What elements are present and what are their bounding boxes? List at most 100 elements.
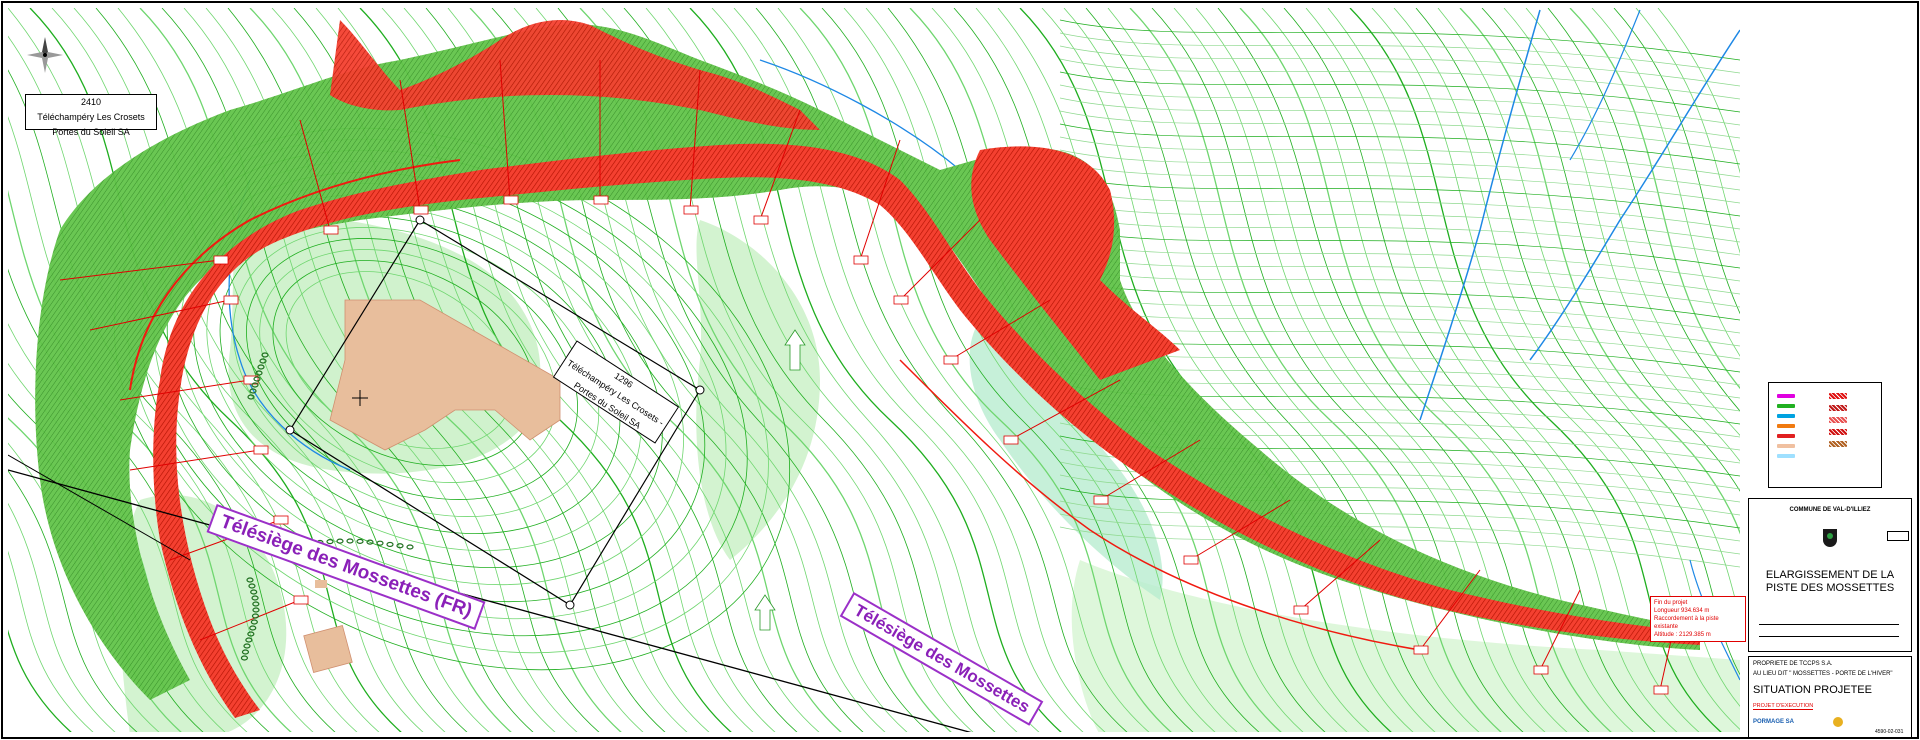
- legend-item: [1829, 405, 1847, 411]
- signature-line: [1759, 636, 1899, 637]
- legend-item: [1777, 453, 1795, 459]
- legend-swatch: [1777, 414, 1795, 418]
- note-title: Fin du projet: [1654, 600, 1688, 606]
- section-tag: [273, 515, 289, 525]
- section-tag: [1093, 495, 1109, 505]
- note-altitude: Altitude : 2129.385 m: [1654, 632, 1711, 638]
- section-tag: [683, 205, 699, 215]
- contour-line: [1059, 45, 1740, 87]
- contour-line: [1059, 123, 1740, 165]
- contour-line: [1059, 240, 1740, 282]
- legend-item: [1777, 403, 1795, 409]
- section-tag: [853, 255, 869, 265]
- section-tag: [293, 595, 309, 605]
- company-logo-icon: [1833, 717, 1843, 727]
- title-panel: COMMUNE DE VAL-D'ILLIEZ ELARGISSEMENT DE…: [1748, 498, 1912, 652]
- contour-line: [1059, 136, 1740, 178]
- terrain-layer: [8, 8, 1740, 732]
- legend-swatch: [1777, 424, 1795, 428]
- legend-item: [1829, 393, 1847, 399]
- contour-line: [1059, 97, 1740, 139]
- contour-line: [1059, 110, 1740, 152]
- legend-swatch: [1829, 441, 1847, 447]
- chain-link: [336, 538, 344, 544]
- section-tag: [1413, 645, 1429, 655]
- project-title: ELARGISSEMENT DE LA PISTE DES MOSSETTES: [1765, 569, 1895, 594]
- legend-item: [1777, 443, 1795, 449]
- north-arrow-icon: [27, 37, 63, 73]
- contour-line: [1059, 292, 1740, 334]
- legend-item: [1777, 413, 1795, 419]
- legend-swatch: [1777, 404, 1795, 408]
- slope-arrow-icon: [754, 594, 776, 631]
- company-logo: PORMAGE SA: [1753, 719, 1795, 725]
- legend-swatch: [1777, 394, 1795, 398]
- project-info-panel: PROPRIETE DE TCCPS S.A. AU LIEU DIT " MO…: [1748, 656, 1912, 738]
- section-tag: [1653, 685, 1669, 695]
- signature-line: [1759, 624, 1899, 625]
- site-plan-map: [1, 1, 1919, 739]
- note-length: Longueur 934.634 m: [1654, 608, 1710, 614]
- parcel-owner-line1: Téléchampéry Les Crosets: [37, 112, 145, 122]
- parcel-owner-line2: Portes du Soleil SA: [52, 127, 130, 137]
- section-tag: [893, 295, 909, 305]
- legend-item: [1777, 423, 1795, 429]
- contour-line: [1059, 84, 1740, 126]
- legend-swatch: [1829, 405, 1847, 411]
- parcel-number: 2410: [80, 97, 102, 107]
- legend-swatch: [1777, 444, 1795, 448]
- survey-point: [695, 385, 705, 395]
- legend-item: [1829, 417, 1847, 423]
- chain-link: [356, 538, 364, 544]
- parcel-label-2410: 2410 Téléchampéry Les Crosets Portes du …: [25, 94, 157, 137]
- legend-item: [1777, 433, 1795, 439]
- contour-line: [1059, 201, 1740, 243]
- legend-swatch: [1777, 434, 1795, 438]
- legend-swatch: [1777, 454, 1795, 458]
- chain-link: [376, 540, 384, 546]
- chain-link: [396, 543, 404, 549]
- legend-swatch: [1829, 393, 1847, 399]
- contour-line: [1059, 227, 1740, 269]
- drawing-number: 4590-02-031: [1875, 729, 1904, 735]
- end-of-project-note: Fin du projet Longueur 934.634 m Raccord…: [1650, 596, 1746, 642]
- commune-name: COMMUNE DE VAL-D'ILLIEZ: [1789, 507, 1871, 513]
- contour-line: [1059, 175, 1740, 217]
- contour-line: [1059, 32, 1740, 74]
- survey-point: [285, 425, 295, 435]
- chain-link: [406, 544, 414, 550]
- contour-line: [1059, 487, 1740, 529]
- owner: PROPRIETE DE TCCPS S.A.: [1753, 661, 1833, 667]
- section-tag: [323, 225, 339, 235]
- plan-subtitle: SITUATION PROJETEE: [1753, 684, 1872, 696]
- section-line: [129, 449, 261, 471]
- section-tag: [253, 445, 269, 455]
- survey-point: [565, 600, 575, 610]
- map-legend: [1768, 382, 1882, 488]
- legend-item: [1829, 441, 1847, 447]
- survey-point: [415, 215, 425, 225]
- legend-swatch: [1829, 429, 1847, 435]
- contour-line: [1059, 149, 1740, 191]
- legend-swatch: [1829, 417, 1847, 423]
- section-tag: [213, 255, 229, 265]
- plan-sheet: 2410 Téléchampéry Les Crosets Portes du …: [0, 0, 1920, 740]
- section-tag: [593, 195, 609, 205]
- commune-crest-icon: [1823, 529, 1837, 547]
- chain-link: [326, 539, 334, 545]
- section-tag: [223, 295, 239, 305]
- section-tag: [503, 195, 519, 205]
- chain-link: [386, 541, 394, 548]
- section-tag: [943, 355, 959, 365]
- contour-line: [1059, 19, 1740, 61]
- note-connection: Raccordement à la piste existante: [1654, 616, 1719, 630]
- section-tag: [1183, 555, 1199, 565]
- legend-item: [1829, 429, 1847, 435]
- lieu-dit: AU LIEU DIT " MOSSETTES - PORTE DE L'HIV…: [1753, 671, 1893, 677]
- building-footprint: [315, 580, 327, 588]
- contour-line: [1059, 162, 1740, 204]
- building-footprint: [303, 624, 353, 674]
- contour-line: [1059, 500, 1740, 542]
- contour-line: [1059, 253, 1740, 295]
- title-block: COMMUNE DE VAL-D'ILLIEZ ELARGISSEMENT DE…: [1748, 498, 1912, 738]
